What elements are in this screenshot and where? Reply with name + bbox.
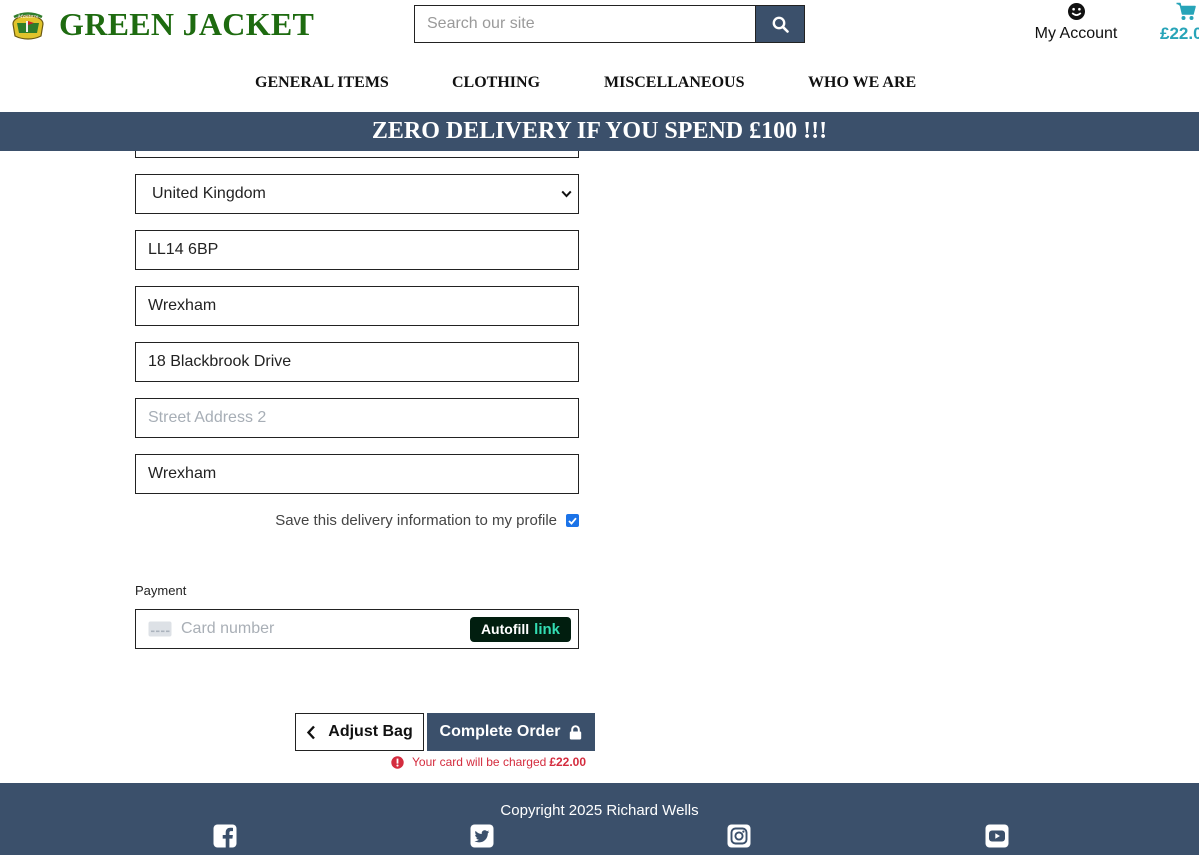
delivery-promo-banner: ZERO DELIVERY IF YOU SPEND £100 !!!: [0, 112, 1199, 151]
street-address-1-field[interactable]: [135, 342, 579, 382]
copyright-text: Copyright 2025 Richard Wells: [500, 802, 699, 819]
country-selected: United Kingdom: [152, 185, 266, 202]
card-number-placeholder: Card number: [181, 620, 275, 637]
complete-order-button[interactable]: Complete Order: [427, 713, 595, 751]
lock-icon: [570, 724, 582, 739]
autofill-label: Autofill: [480, 621, 530, 637]
autofill-link-button[interactable]: Autofill link: [469, 616, 571, 642]
smiley-icon: [1067, 3, 1085, 20]
main-nav: GENERAL ITEMS CLOTHING MISCELLANEOUS WHO…: [0, 70, 1199, 98]
county-field[interactable]: [135, 454, 579, 494]
shopping-cart-icon: [1176, 2, 1196, 20]
charge-notice: Your card will be charged £22.00: [391, 755, 586, 769]
my-account-label: My Account: [1034, 25, 1118, 42]
search-icon: [772, 16, 789, 33]
link-brand-word: link: [534, 620, 560, 638]
facebook-icon[interactable]: [213, 824, 237, 848]
search-input[interactable]: [414, 5, 755, 43]
twitter-icon[interactable]: [470, 824, 494, 848]
postcode-field[interactable]: [135, 230, 579, 270]
payment-legend: Payment: [135, 583, 187, 598]
site-footer: Copyright 2025 Richard Wells: [0, 783, 1199, 855]
save-info-row: Save this delivery information to my pro…: [135, 512, 579, 529]
country-select[interactable]: United Kingdom: [135, 174, 579, 214]
charge-amount: £22.00: [549, 755, 587, 769]
search-button[interactable]: [755, 5, 805, 43]
credit-card-icon: [148, 621, 172, 637]
masters-logo-icon: Masters: [12, 12, 44, 40]
youtube-icon[interactable]: [985, 824, 1009, 848]
exclamation-circle-icon: [391, 755, 404, 769]
nav-miscellaneous[interactable]: MISCELLANEOUS: [604, 74, 744, 92]
brand[interactable]: Masters GREEN JACKET: [9, 6, 314, 42]
nav-general-items[interactable]: GENERAL ITEMS: [255, 74, 389, 92]
brand-name: GREEN JACKET: [59, 6, 315, 42]
svg-text:Masters: Masters: [17, 14, 39, 20]
save-info-checkbox[interactable]: [566, 514, 579, 527]
adjust-bag-button[interactable]: Adjust Bag: [295, 713, 424, 751]
adjust-bag-label: Adjust Bag: [328, 723, 413, 740]
nav-clothing[interactable]: CLOTHING: [452, 74, 540, 92]
card-number-field[interactable]: Card number Autofill link: [135, 609, 579, 649]
site-header: Masters GREEN JACKET My Account £22.00: [0, 0, 1199, 112]
nav-who-we-are[interactable]: WHO WE ARE: [808, 74, 916, 92]
chevron-left-icon: [307, 725, 316, 739]
complete-order-label: Complete Order: [439, 723, 561, 740]
charge-notice-text: Your card will be charged: [412, 755, 547, 769]
save-info-label: Save this delivery information to my pro…: [275, 512, 557, 529]
cart-total: £22.00: [1160, 24, 1199, 43]
my-account-link[interactable]: My Account: [1027, 2, 1125, 43]
checkmark-icon: [568, 517, 577, 525]
chevron-down-icon: [561, 190, 572, 198]
instagram-icon[interactable]: [727, 824, 751, 848]
town-field[interactable]: [135, 286, 579, 326]
shopping-bag-link[interactable]: £22.00: [1160, 2, 1199, 44]
site-search: [414, 5, 805, 43]
street-address-2-field[interactable]: [135, 398, 579, 438]
